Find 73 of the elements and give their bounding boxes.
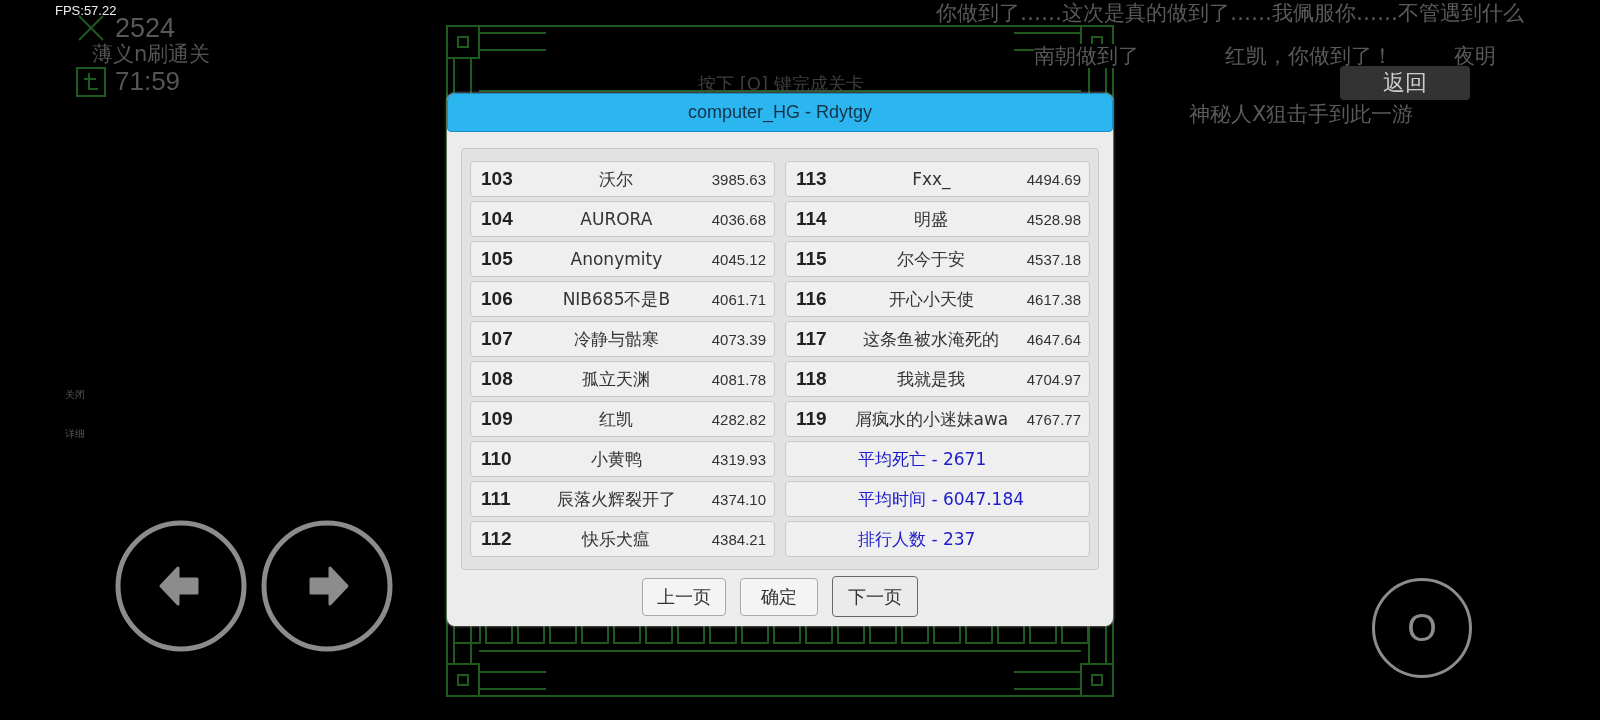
score-value: 4045.12 [711, 250, 766, 268]
rank-number: 110 [481, 448, 513, 470]
right-arrow-button[interactable] [260, 519, 394, 653]
dialog-title: computer_HG - Rdytgy [447, 93, 1113, 132]
player-name: Fxx_ [911, 169, 952, 189]
player-name: 快乐犬瘟 [580, 527, 652, 551]
crossed-swords-icon [77, 14, 105, 42]
fps-counter: FPS:57.22 [55, 3, 117, 18]
statistic-row: 平均时间 - 6047.184 [785, 481, 1090, 517]
rank-number: 116 [796, 288, 828, 310]
player-name: 小黄鸭 [589, 447, 643, 471]
kill-count: 2524 [115, 15, 176, 42]
score-value: 4617.38 [1026, 290, 1081, 308]
player-name: 屑疯水的小迷妹awa [853, 407, 1010, 431]
statistic-row: 平均死亡 - 2671 [785, 441, 1090, 477]
player-name: 辰落火辉裂开了 [555, 487, 677, 511]
page-button[interactable]: 上一页 [642, 577, 726, 616]
left-arrow-button[interactable] [114, 519, 248, 653]
player-name: AURORA [579, 209, 654, 229]
rank-number: 117 [796, 328, 828, 350]
player-name: 这条鱼被水淹死的 [862, 327, 1001, 351]
elapsed-time: 71:59 [115, 68, 181, 94]
player-name: 沃尔 [598, 167, 635, 191]
player-name: 红凯 [598, 407, 635, 431]
hint-text: 按下 [O] 键完成关卡 [698, 72, 864, 96]
player-name: 冷静与骷寒 [572, 327, 660, 351]
score-value: 4537.18 [1026, 250, 1081, 268]
score-value: 4061.71 [711, 290, 766, 308]
score-value: 4767.77 [1026, 410, 1081, 428]
score-value: 4647.64 [1026, 330, 1081, 348]
player-name: 孤立天渊 [581, 367, 652, 391]
rank-number: 113 [796, 168, 828, 190]
score-value: 4282.82 [711, 410, 766, 428]
score-value: 4494.69 [1026, 170, 1081, 188]
rank-number: 114 [796, 208, 828, 230]
rank-number: 119 [796, 408, 828, 430]
rank-number: 104 [481, 208, 514, 230]
page-button[interactable]: 确定 [740, 577, 818, 616]
score-value: 4036.68 [711, 210, 766, 228]
bullet-comment: 神秘人X狙击手到此一游 [1189, 102, 1414, 127]
rank-number: 109 [481, 408, 514, 430]
player-name: 尔今于安 [896, 247, 967, 271]
rank-number: 106 [481, 288, 514, 310]
player-name: NIB685不是B [561, 287, 672, 311]
statistic-row: 排行人数 - 237 [785, 521, 1090, 557]
level-name: 薄义n刷通关 [92, 44, 211, 65]
score-value: 4528.98 [1026, 210, 1081, 228]
bullet-comment: 南朝做到了 [1034, 44, 1139, 69]
action-button[interactable]: O [1372, 578, 1472, 678]
score-value: 4374.10 [711, 490, 766, 508]
player-name: 我就是我 [896, 367, 967, 391]
bullet-comment: 你做到了……这次是真的做到了……我佩服你……不管遇到什么 [936, 1, 1524, 26]
score-value: 4319.93 [711, 450, 766, 468]
timer-icon [76, 67, 106, 97]
rank-number: 107 [481, 328, 514, 350]
rank-number: 112 [481, 528, 513, 550]
score-value: 4704.97 [1026, 370, 1081, 388]
score-value: 4073.39 [711, 330, 766, 348]
score-value: 3985.63 [711, 170, 766, 188]
back-button[interactable]: 返回 [1340, 66, 1470, 100]
bullet-comment: 夜明 [1454, 44, 1496, 69]
player-name: 开心小天使 [887, 287, 975, 311]
rank-number: 118 [796, 368, 828, 390]
player-name: 明盛 [913, 207, 950, 231]
page-button[interactable]: 下一页 [832, 576, 918, 617]
rank-number: 103 [481, 168, 514, 190]
score-value: 4384.21 [711, 530, 766, 548]
rank-number: 111 [481, 488, 512, 510]
player-name: Anonymity [569, 249, 664, 269]
rank-number: 108 [481, 368, 514, 390]
score-value: 4081.78 [711, 370, 766, 388]
rank-number: 105 [481, 248, 514, 270]
rank-number: 115 [796, 248, 828, 270]
